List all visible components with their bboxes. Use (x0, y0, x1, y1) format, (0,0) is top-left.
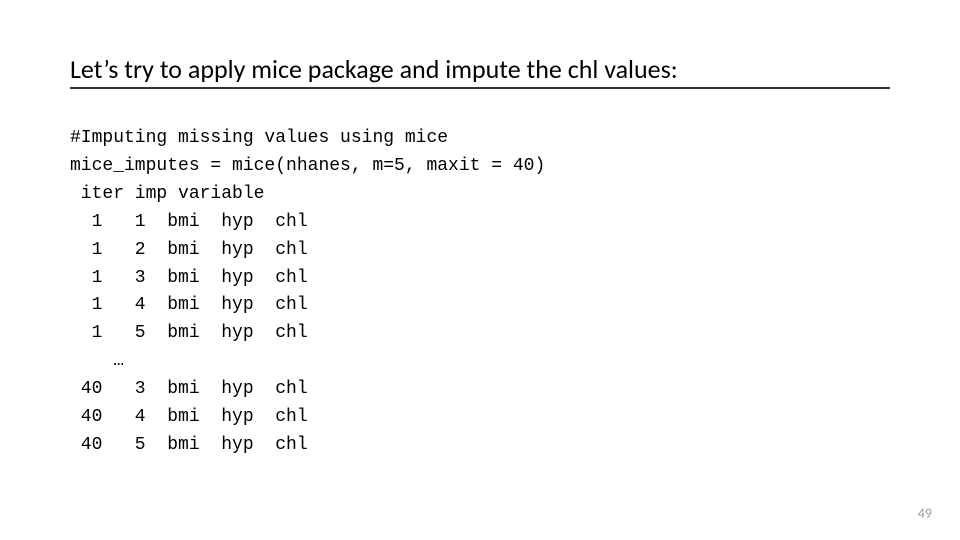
title-underline (70, 87, 890, 89)
code-comment: #Imputing missing values using mice (70, 128, 448, 148)
slide: Let’s try to apply mice package and impu… (0, 0, 960, 540)
code-ellipsis: … (70, 351, 124, 371)
code-row: 1 3 bmi hyp chl (70, 268, 308, 288)
code-block: #Imputing missing values using mice mice… (70, 97, 890, 460)
code-row: 1 2 bmi hyp chl (70, 240, 308, 260)
page-number: 49 (918, 505, 932, 522)
code-row: 40 3 bmi hyp chl (70, 379, 308, 399)
code-call: mice_imputes = mice(nhanes, m=5, maxit =… (70, 156, 545, 176)
code-row: 1 1 bmi hyp chl (70, 212, 308, 232)
slide-title: Let’s try to apply mice package and impu… (70, 54, 890, 85)
code-row: 1 4 bmi hyp chl (70, 295, 308, 315)
code-row: 1 5 bmi hyp chl (70, 323, 308, 343)
code-row: 40 4 bmi hyp chl (70, 407, 308, 427)
code-header: iter imp variable (70, 184, 264, 204)
code-row: 40 5 bmi hyp chl (70, 435, 308, 455)
